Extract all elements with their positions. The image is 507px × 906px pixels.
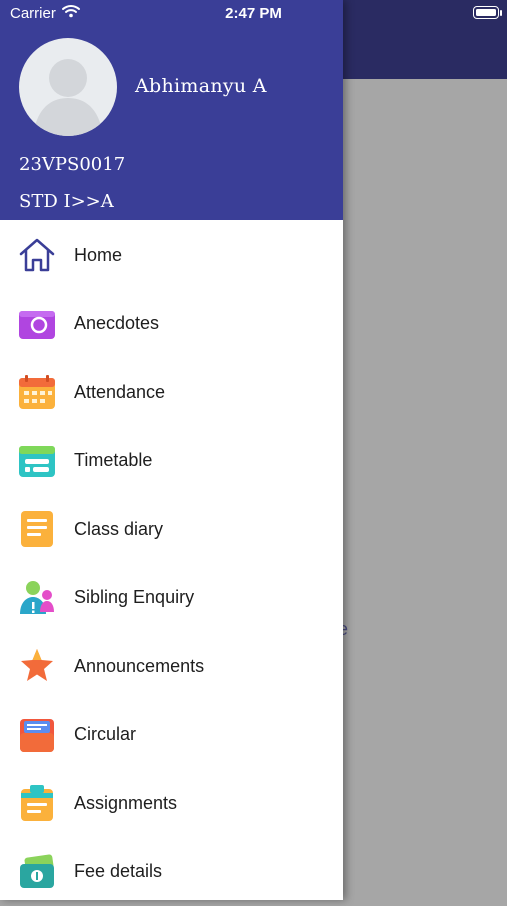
menu-label-attendance: Attendance xyxy=(74,382,165,403)
menu-label-circular: Circular xyxy=(74,724,136,745)
navigation-drawer: Abhimanyu A 23VPS0017 STD I>>A Home A xyxy=(0,0,343,900)
money-icon xyxy=(17,852,57,892)
menu-item-anecdotes[interactable]: Anecdotes xyxy=(0,290,343,359)
avatar[interactable] xyxy=(19,38,117,136)
menu-label-fee-details: Fee details xyxy=(74,861,162,882)
menu-label-anecdotes: Anecdotes xyxy=(74,313,159,334)
menu-item-attendance[interactable]: Attendance xyxy=(0,358,343,427)
star-icon xyxy=(17,646,57,686)
menu-item-fee-details[interactable]: Fee details xyxy=(0,838,343,906)
menu-item-circular[interactable]: Circular xyxy=(0,701,343,770)
status-bar: Carrier 2:47 PM xyxy=(0,0,507,28)
calendar-icon xyxy=(17,372,57,412)
timetable-icon xyxy=(17,441,57,481)
menu-item-assignments[interactable]: Assignments xyxy=(0,769,343,838)
menu-item-home[interactable]: Home xyxy=(0,221,343,290)
menu-label-announcements: Announcements xyxy=(74,656,204,677)
menu-label-sibling-enquiry: Sibling Enquiry xyxy=(74,587,194,608)
profile-header: Abhimanyu A 23VPS0017 STD I>>A xyxy=(0,0,343,220)
user-class: STD I>>A xyxy=(19,191,114,212)
sibling-icon xyxy=(17,578,57,618)
battery-nub xyxy=(500,10,502,16)
camera-icon xyxy=(17,304,57,344)
menu-label-home: Home xyxy=(74,245,122,266)
menu-label-class-diary: Class diary xyxy=(74,519,163,540)
status-time: 2:47 PM xyxy=(0,5,507,22)
circular-icon xyxy=(17,715,57,755)
diary-icon xyxy=(17,509,57,549)
menu-item-sibling-enquiry[interactable]: Sibling Enquiry xyxy=(0,564,343,633)
clipboard-icon xyxy=(17,783,57,823)
menu-label-assignments: Assignments xyxy=(74,793,177,814)
menu-label-timetable: Timetable xyxy=(74,450,152,471)
drawer-menu: Home Anecdotes xyxy=(0,221,343,906)
menu-item-announcements[interactable]: Announcements xyxy=(0,632,343,701)
user-name: Abhimanyu A xyxy=(135,75,267,97)
home-icon xyxy=(17,235,57,275)
user-silhouette-icon xyxy=(19,38,117,136)
battery-icon xyxy=(473,6,499,19)
menu-item-class-diary[interactable]: Class diary xyxy=(0,495,343,564)
user-id: 23VPS0017 xyxy=(19,154,125,175)
menu-item-timetable[interactable]: Timetable xyxy=(0,427,343,496)
